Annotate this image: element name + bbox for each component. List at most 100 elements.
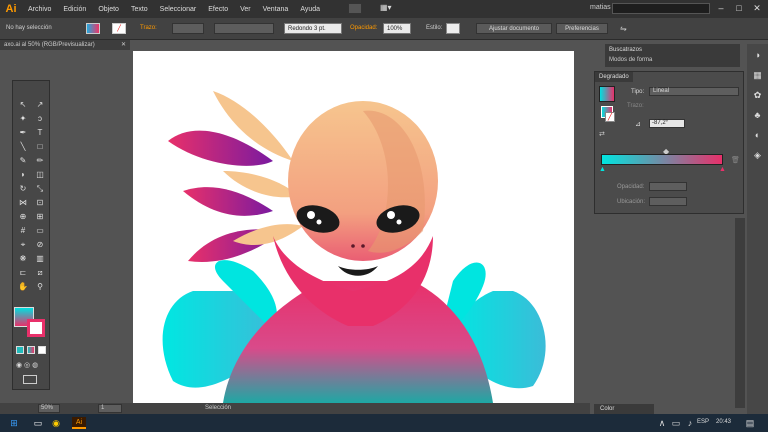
layers-icon[interactable]: ◈ [751,150,764,162]
close-doc-icon[interactable]: ✕ [121,40,126,50]
lasso-tool-icon[interactable]: ↄ [33,113,47,124]
symbols-icon[interactable]: ♣ [751,110,764,122]
rotate-tool-icon[interactable]: ↻ [16,183,30,194]
location-field[interactable] [649,197,687,206]
eyedropper-tool-icon[interactable]: ⌖ [16,239,30,250]
network-icon[interactable]: ▭ [670,417,682,429]
slice-tool-icon[interactable]: ⧄ [33,267,47,278]
mesh-tool-icon[interactable]: # [16,225,30,236]
panel-scrollbar[interactable] [735,218,745,408]
none-mode-icon[interactable] [38,346,46,354]
column-graph-icon[interactable]: ▥ [33,253,47,264]
rectangle-tool-icon[interactable]: □ [33,141,47,152]
workspace-switcher[interactable]: matias [590,4,611,11]
menu-ver[interactable]: Ver [234,6,257,13]
magic-wand-icon[interactable]: ✦ [16,113,30,124]
selection-tool-icon[interactable]: ↖ [16,99,30,110]
bridge-button[interactable] [348,3,362,14]
minimize-icon[interactable]: – [714,2,728,14]
opacity-field[interactable]: 100% [383,23,411,34]
tray-arrow-icon[interactable]: ∧ [656,417,668,429]
style-label: Estilo: [426,25,443,31]
artboard-tool-icon[interactable]: ⊏ [16,267,30,278]
gradient-stroke-thumb[interactable]: ╱ [605,112,615,122]
zoom-field[interactable]: 50% [38,404,60,413]
chrome-icon[interactable]: ◉ [50,417,62,429]
artboard-number-field[interactable]: 1 [98,404,122,413]
opacity-label[interactable]: Opacidad: [350,23,377,34]
style-swatch[interactable] [446,23,460,34]
stroke-weight-field[interactable] [172,23,204,34]
menu-ayuda[interactable]: Ayuda [294,6,326,13]
swatches-icon[interactable]: ▦ [751,70,764,82]
brushes-icon[interactable]: ✿ [751,90,764,102]
appearance-icon[interactable]: ◐ [751,130,764,142]
shape-builder-icon[interactable]: ⊕ [16,211,30,222]
perspective-grid-icon[interactable]: ⊞ [33,211,47,222]
delete-stop-icon[interactable]: 🗑 [731,156,740,164]
fill-swatch[interactable] [86,23,100,34]
menu-efecto[interactable]: Efecto [202,6,234,13]
menu-edicion[interactable]: Edición [57,6,92,13]
menu-seleccionar[interactable]: Seleccionar [154,6,203,13]
free-transform-icon[interactable]: ⊡ [33,197,47,208]
screen-mode-icon[interactable] [23,375,37,384]
gradient-tool-icon[interactable]: ▭ [33,225,47,236]
tab-color[interactable]: Color [594,404,654,414]
width-tool-icon[interactable]: ⋈ [16,197,30,208]
zoom-tool-icon[interactable]: ⚲ [33,281,47,292]
menu-ventana[interactable]: Ventana [257,6,295,13]
help-search-input[interactable] [612,3,710,14]
gradient-slider[interactable] [601,154,723,165]
gradient-type-select[interactable]: Lineal [649,87,739,96]
blob-brush-icon[interactable]: ◗ [16,169,30,180]
opacity-stop-field[interactable] [649,182,687,191]
eraser-tool-icon[interactable]: ◫ [33,169,47,180]
close-icon[interactable]: ✕ [750,2,764,14]
hand-tool-icon[interactable]: ✋ [16,281,30,292]
line-tool-icon[interactable]: ╲ [16,141,30,152]
menu-archivo[interactable]: Archivo [22,6,57,13]
color-guide-icon[interactable]: ◑ [751,50,764,62]
scale-tool-icon[interactable]: ⤡ [33,183,47,194]
type-tool-icon[interactable]: T [33,127,47,138]
blend-tool-icon[interactable]: ⊘ [33,239,47,250]
document-tab[interactable]: axo.ai al 50% (RGB/Previsualizar) ✕ [0,40,130,50]
artboard[interactable] [133,51,574,403]
color-mode-icon[interactable] [16,346,24,354]
volume-icon[interactable]: ♪ [684,417,696,429]
reverse-gradient-icon[interactable]: ⇄ [599,130,605,138]
document-setup-button[interactable]: Ajustar documento [476,23,552,34]
notifications-icon[interactable]: ▤ [744,417,756,429]
symbol-sprayer-icon[interactable]: ❋ [16,253,30,264]
arrange-icon[interactable]: ⇋ [620,23,627,34]
variable-width-field[interactable] [214,23,274,34]
gradient-preview-swatch[interactable] [599,86,615,102]
illustrator-taskbar-icon[interactable]: Ai [72,417,86,429]
paintbrush-tool-icon[interactable]: ✎ [16,155,30,166]
tab-gradient[interactable]: Degradado [595,72,633,82]
direct-selection-tool-icon[interactable]: ↗ [33,99,47,110]
menu-texto[interactable]: Texto [125,6,154,13]
gradient-stop-left[interactable]: ▲ [599,166,606,173]
gradient-mode-icon[interactable] [27,346,35,354]
language-indicator[interactable]: ESP [697,419,709,425]
pen-tool-icon[interactable]: ✒ [16,127,30,138]
gradient-stop-right[interactable]: ▲ [719,166,726,173]
stroke-swatch[interactable]: ╱ [112,23,126,34]
maximize-icon[interactable]: □ [732,2,746,14]
brush-select[interactable]: Redondo 3 pt. [284,23,342,34]
clock[interactable]: 20:43 [716,419,731,425]
menu-objeto[interactable]: Objeto [92,6,125,13]
stroke-label[interactable]: Trazo: [140,23,157,34]
pencil-tool-icon[interactable]: ✏ [33,155,47,166]
draw-mode-icon[interactable]: ◉ ◎ ◍ [16,361,44,369]
angle-field[interactable]: -87,2° [649,119,685,128]
tab-pathfinder[interactable]: Buscatrazos [605,45,647,55]
taskview-icon[interactable]: ▭ [32,417,44,429]
preferences-button[interactable]: Preferencias [556,23,608,34]
stroke-color-box[interactable] [27,319,45,337]
arrange-docs-icon[interactable]: ▦▾ [380,3,402,14]
shape-modes-label: Modos de forma [609,57,653,63]
windows-start-icon[interactable]: ⊞ [8,417,20,429]
